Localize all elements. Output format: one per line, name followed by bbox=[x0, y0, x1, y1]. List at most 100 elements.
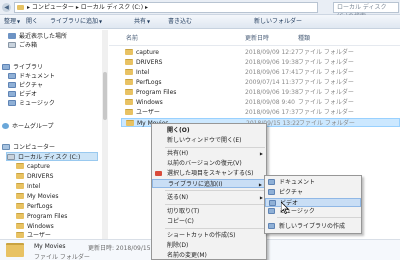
share-button[interactable]: 共有▼ bbox=[134, 15, 150, 29]
file-row[interactable]: DRIVERS 2018/09/06 19:38 ファイル フォルダー bbox=[121, 58, 400, 67]
command-bar: 整理▼ 開く ライブラリに追加▼ 共有▼ 書き込む 新しいフォルダー bbox=[0, 15, 400, 29]
folder-icon bbox=[125, 59, 133, 65]
folder-icon bbox=[16, 163, 24, 169]
navigation-pane: 最近表示した場所 ごみ箱 ライブラリ ドキュメント ピクチャ ビデオ ミュージッ… bbox=[0, 30, 108, 239]
menu-item-cut[interactable]: 切り取り(T) bbox=[152, 207, 266, 216]
details-type: ファイル フォルダー bbox=[34, 254, 90, 260]
computer-icon bbox=[2, 144, 10, 150]
new-folder-button[interactable]: 新しいフォルダー bbox=[254, 15, 302, 29]
submenu-item-new-library[interactable]: 新しいライブラリの作成 bbox=[265, 222, 361, 231]
library-icon bbox=[2, 64, 10, 70]
recycle-bin-icon bbox=[8, 42, 16, 48]
search-input[interactable]: ローカル ディスク (C:)の検索 bbox=[333, 2, 399, 20]
file-row[interactable]: PerfLogs 2009/07/14 11:37 ファイル フォルダー bbox=[121, 78, 400, 87]
new-library-icon bbox=[268, 223, 275, 229]
library-submenu: ドキュメント ピクチャ ビデオ ミュージック 新しいライブラリの作成 bbox=[264, 175, 362, 234]
menu-item-create-shortcut[interactable]: ショートカットの作成(S) bbox=[152, 231, 266, 240]
submenu-arrow-icon: ▶ bbox=[258, 182, 262, 187]
chevron-down-icon: ▼ bbox=[99, 19, 103, 24]
back-arrow-icon[interactable]: ◀ bbox=[2, 3, 11, 12]
nav-item-computer[interactable]: コンピューター bbox=[2, 143, 55, 152]
menu-separator bbox=[165, 147, 265, 148]
nav-item-drivers[interactable]: DRIVERS bbox=[16, 172, 53, 181]
submenu-item-music[interactable]: ミュージック bbox=[265, 207, 361, 216]
open-button[interactable]: 開く bbox=[26, 15, 38, 29]
nav-item-recent-places[interactable]: 最近表示した場所 bbox=[8, 32, 67, 41]
nav-scrollbar[interactable] bbox=[102, 30, 108, 239]
menu-item-rename[interactable]: 名前の変更(M) bbox=[152, 251, 266, 260]
menu-item-include-library[interactable]: ライブラリに追加(I) ▶ bbox=[152, 179, 266, 188]
file-row[interactable]: Program Files 2018/09/06 19:38 ファイル フォルダー bbox=[121, 88, 400, 97]
drive-icon bbox=[7, 154, 15, 160]
folder-icon bbox=[125, 109, 133, 115]
nav-item-my-movies[interactable]: My Movies bbox=[16, 192, 59, 201]
chevron-down-icon: ▼ bbox=[17, 19, 21, 24]
folder-icon bbox=[16, 203, 24, 209]
folder-icon bbox=[16, 223, 24, 229]
menu-item-copy[interactable]: コピー(C) bbox=[152, 217, 266, 226]
folder-icon bbox=[16, 173, 24, 179]
address-path: ▸ コンピューター ▸ ローカル ディスク (C:) ▸ bbox=[27, 4, 148, 11]
context-menu: 開く(O) 新しいウィンドウで開く(E) 共有(H) ▶ 以前のバージョンの復元(… bbox=[151, 123, 267, 260]
header-divider bbox=[109, 45, 400, 46]
column-header-name[interactable]: 名前 bbox=[126, 34, 138, 43]
menu-separator bbox=[165, 228, 265, 229]
include-library-button[interactable]: ライブラリに追加▼ bbox=[50, 15, 102, 29]
menu-item-share[interactable]: 共有(H) ▶ bbox=[152, 149, 266, 158]
menu-item-open[interactable]: 開く(O) bbox=[152, 126, 266, 135]
menu-item-send-to[interactable]: 送る(N) ▶ bbox=[152, 193, 266, 202]
submenu-item-pictures[interactable]: ピクチャ bbox=[265, 188, 361, 197]
file-row[interactable]: capture 2018/09/09 12:27 ファイル フォルダー bbox=[121, 48, 400, 57]
column-header-type[interactable]: 種類 bbox=[298, 34, 310, 43]
nav-item-homegroup[interactable]: ホームグループ bbox=[2, 122, 53, 131]
nav-item-pictures[interactable]: ピクチャ bbox=[8, 81, 43, 90]
pictures-library-icon bbox=[268, 189, 275, 195]
nav-item-videos[interactable]: ビデオ bbox=[8, 90, 37, 99]
nav-item-local-disk[interactable]: ローカル ディスク (C:) bbox=[6, 152, 98, 161]
nav-item-documents[interactable]: ドキュメント bbox=[8, 72, 55, 81]
nav-item-program-files[interactable]: Program Files bbox=[16, 212, 67, 221]
nav-item-recycle-bin[interactable]: ごみ箱 bbox=[8, 41, 37, 50]
videos-library-icon bbox=[269, 200, 276, 206]
submenu-item-videos[interactable]: ビデオ bbox=[265, 198, 361, 207]
documents-library-icon bbox=[8, 73, 16, 79]
submenu-arrow-icon: ▶ bbox=[259, 151, 263, 156]
menu-item-delete[interactable]: 削除(D) bbox=[152, 241, 266, 250]
folder-icon bbox=[6, 243, 24, 257]
videos-library-icon bbox=[8, 91, 16, 97]
folder-icon bbox=[125, 99, 133, 105]
file-row[interactable]: Intel 2018/09/06 17:41 ファイル フォルダー bbox=[121, 68, 400, 77]
menu-item-restore-versions[interactable]: 以前のバージョンの復元(V) bbox=[152, 159, 266, 168]
chevron-down-icon: ▼ bbox=[147, 19, 151, 24]
address-bar-area: ◀ ▸ コンピューター ▸ ローカル ディスク (C:) ▸ ローカル ディスク… bbox=[0, 0, 400, 20]
details-name: My Movies bbox=[34, 243, 66, 250]
file-row[interactable]: ユーザー 2018/09/06 17:37 ファイル フォルダー bbox=[121, 108, 400, 117]
file-row[interactable]: Windows 2018/09/08 9:40 ファイル フォルダー bbox=[121, 98, 400, 107]
nav-item-music[interactable]: ミュージック bbox=[8, 99, 55, 108]
pictures-library-icon bbox=[8, 82, 16, 88]
scrollbar-thumb[interactable] bbox=[103, 72, 107, 120]
folder-icon bbox=[125, 49, 133, 55]
nav-item-perflogs[interactable]: PerfLogs bbox=[16, 202, 53, 211]
music-library-icon bbox=[268, 208, 275, 214]
organize-button[interactable]: 整理▼ bbox=[4, 15, 20, 29]
menu-item-scan[interactable]: 選択した項目をスキャンする(S) bbox=[152, 169, 266, 178]
antivirus-icon bbox=[155, 171, 162, 176]
music-library-icon bbox=[8, 100, 16, 106]
address-bar[interactable]: ▸ コンピューター ▸ ローカル ディスク (C:) ▸ bbox=[14, 2, 318, 13]
details-modified: 更新日時: 2018/09/15 13 bbox=[88, 245, 161, 252]
folder-icon bbox=[125, 79, 133, 85]
column-header-date[interactable]: 更新日時 bbox=[245, 34, 269, 43]
folder-icon bbox=[16, 213, 24, 219]
nav-item-windows[interactable]: Windows bbox=[16, 222, 54, 231]
folder-icon bbox=[125, 69, 133, 75]
menu-separator bbox=[165, 190, 265, 191]
nav-item-capture[interactable]: capture bbox=[16, 162, 50, 171]
submenu-item-documents[interactable]: ドキュメント bbox=[265, 178, 361, 187]
menu-item-open-new-window[interactable]: 新しいウィンドウで開く(E) bbox=[152, 136, 266, 145]
nav-item-intel[interactable]: Intel bbox=[16, 182, 40, 191]
menu-separator bbox=[277, 217, 361, 218]
burn-button[interactable]: 書き込む bbox=[168, 15, 192, 29]
recent-places-icon bbox=[8, 33, 16, 39]
nav-item-library[interactable]: ライブラリ bbox=[2, 63, 43, 72]
